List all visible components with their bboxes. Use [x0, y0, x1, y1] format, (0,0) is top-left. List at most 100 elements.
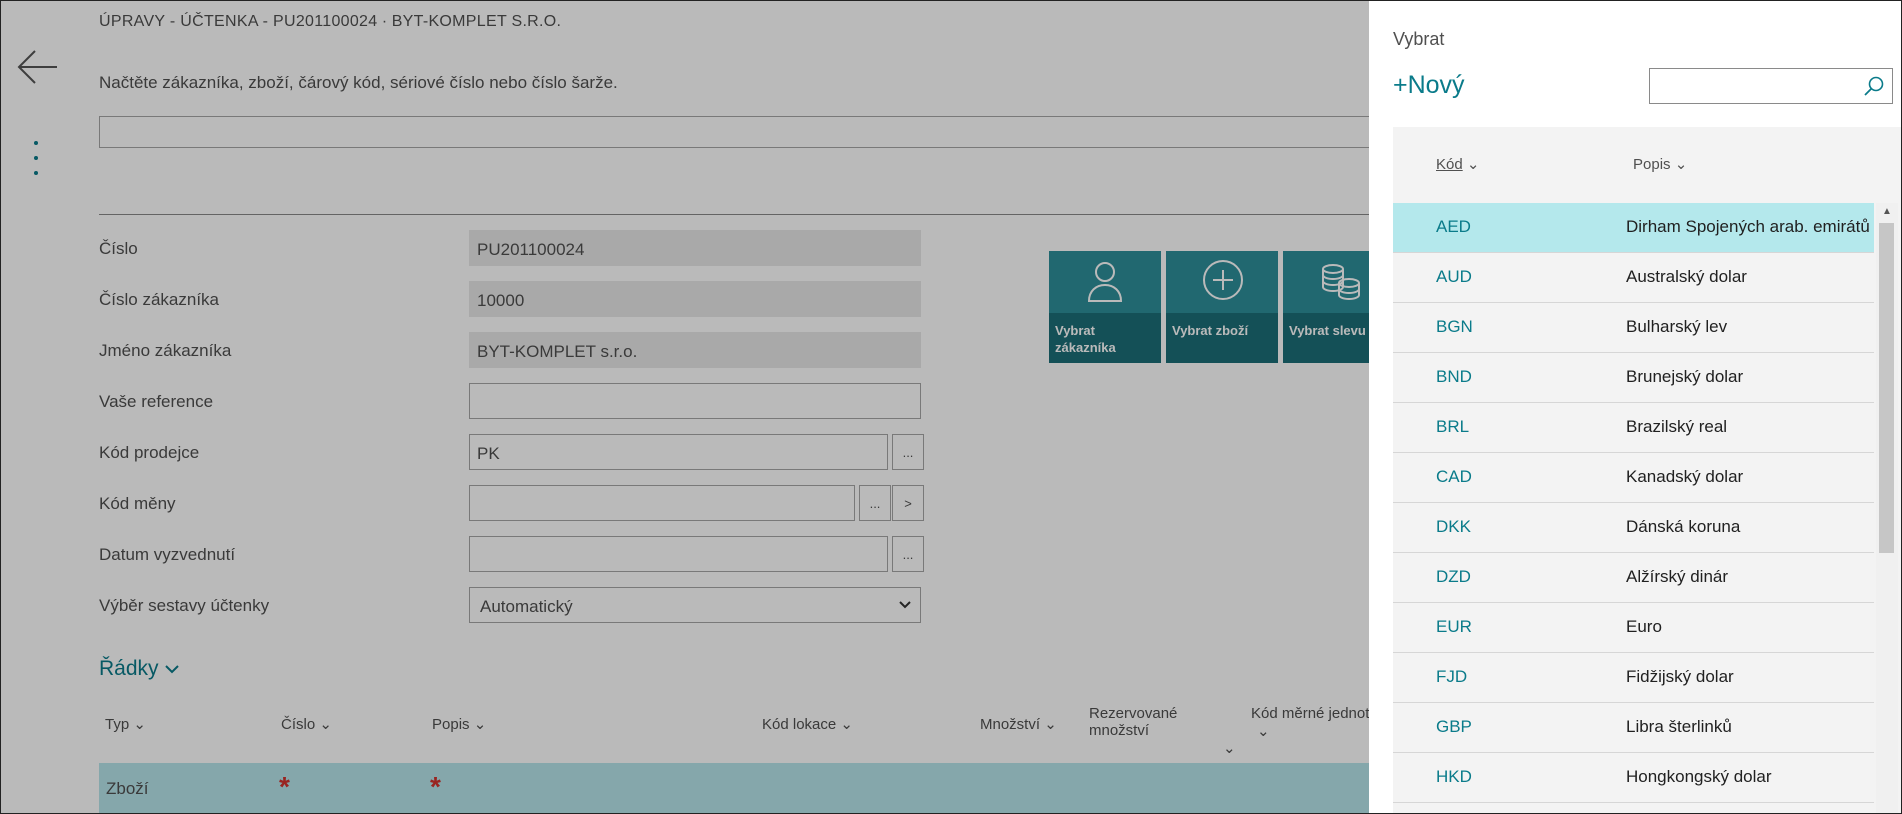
- kod-meny-drill-button[interactable]: >: [892, 485, 924, 521]
- field-kod-prodejce: Kód prodejce PK: [99, 434, 929, 470]
- field-label: Výběr sestavy účtenky: [99, 596, 270, 615]
- field-label: Číslo zákazníka: [99, 290, 219, 309]
- chevron-down-icon: ⌄: [1466, 156, 1480, 173]
- row-code[interactable]: BND: [1436, 367, 1472, 387]
- column-header-popis[interactable]: Popis ⌄: [432, 715, 486, 733]
- kod-meny-input[interactable]: [469, 485, 855, 521]
- row-code[interactable]: FJD: [1436, 667, 1467, 687]
- search-input[interactable]: [1649, 68, 1893, 104]
- list-item[interactable]: DKK Dánská koruna: [1393, 503, 1874, 553]
- search-icon[interactable]: [1863, 75, 1885, 102]
- row-code[interactable]: CAD: [1436, 467, 1472, 487]
- new-button[interactable]: +Nový: [1393, 71, 1465, 100]
- vybrat-zbozi-tile[interactable]: Vybrat zboží: [1166, 251, 1278, 363]
- row-description: Bulharský lev: [1626, 317, 1728, 336]
- field-label: Vaše reference: [99, 392, 214, 411]
- row-description: Libra šterlinků: [1626, 717, 1732, 736]
- section-title: Řádky: [99, 657, 159, 680]
- column-header-kod[interactable]: Kód ⌄: [1436, 155, 1479, 173]
- list-item[interactable]: CAD Kanadský dolar: [1393, 453, 1874, 503]
- column-header-cislo[interactable]: Číslo ⌄: [281, 715, 332, 733]
- scrollbar[interactable]: ▲: [1876, 203, 1898, 813]
- more-vertical-icon[interactable]: [34, 141, 38, 186]
- cislo-zakaznika-field: 10000: [469, 281, 921, 317]
- vybrat-zakaznika-tile[interactable]: Vybrat zákazníka: [1049, 251, 1161, 363]
- list-item[interactable]: EUR Euro: [1393, 603, 1874, 653]
- list-item[interactable]: FJD Fidžijský dolar: [1393, 653, 1874, 703]
- column-header-typ[interactable]: Typ ⌄: [105, 715, 146, 733]
- cislo-field: PU201100024: [469, 230, 921, 266]
- vyber-sestavy-select[interactable]: Automatický: [469, 587, 921, 623]
- lookup-title: Vybrat: [1393, 29, 1445, 49]
- list-item[interactable]: GBP Libra šterlinků: [1393, 703, 1874, 753]
- row-code[interactable]: DZD: [1436, 567, 1471, 587]
- list-item[interactable]: AUD Australský dolar: [1393, 253, 1874, 303]
- back-arrow-icon[interactable]: [15, 45, 59, 89]
- vase-reference-input[interactable]: [469, 383, 921, 419]
- field-cislo-zakaznika: Číslo zákazníka 10000: [99, 281, 929, 317]
- row-code[interactable]: BRL: [1436, 417, 1469, 437]
- chevron-down-icon: ⌄: [473, 716, 487, 733]
- page-title: ÚPRAVY - ÚČTENKA - PU201100024 ∙ BYT-KOM…: [99, 13, 562, 30]
- lookup-panel: Vybrat +Nový Kód ⌄ Popis ⌄ AED Dirham Spo…: [1369, 1, 1901, 813]
- list-item[interactable]: BGN Bulharský lev: [1393, 303, 1874, 353]
- field-vyber-sestavy: Výběr sestavy účtenky Automatický: [99, 587, 929, 623]
- column-header-kod-lokace[interactable]: Kód lokace ⌄: [762, 715, 853, 733]
- jmeno-zakaznika-field: BYT-KOMPLET s.r.o.: [469, 332, 921, 368]
- field-label: Kód prodejce: [99, 443, 200, 462]
- lines-section-toggle[interactable]: Řádky: [99, 657, 180, 681]
- kod-prodejce-input[interactable]: PK: [469, 434, 888, 470]
- column-label: Kód lokace: [762, 716, 837, 733]
- row-description: Dirham Spojených arab. emirátů: [1626, 217, 1870, 236]
- kod-meny-lookup-button[interactable]: ...: [859, 485, 891, 521]
- row-code[interactable]: AUD: [1436, 267, 1472, 287]
- column-header-rezervovane-mnozstvi[interactable]: Rezervované množství ⌄: [1089, 705, 1239, 757]
- row-code[interactable]: HKD: [1436, 767, 1472, 787]
- row-description: Australský dolar: [1626, 267, 1747, 286]
- scrollbar-thumb[interactable]: [1879, 223, 1894, 553]
- list-item[interactable]: BND Brunejský dolar: [1393, 353, 1874, 403]
- column-label: Typ: [105, 716, 130, 733]
- column-label: Číslo: [281, 716, 316, 733]
- column-header-kod-merne-jednotky[interactable]: Kód měrné jednot ⌄: [1251, 705, 1371, 740]
- scroll-up-arrow-icon[interactable]: ▲: [1882, 206, 1892, 217]
- row-code[interactable]: AED: [1436, 217, 1471, 237]
- field-label: Datum vyzvednutí: [99, 545, 236, 564]
- vybrat-slevu-tile[interactable]: Vybrat slevu: [1283, 251, 1369, 363]
- list-item[interactable]: HKD Hongkongský dolar: [1393, 753, 1874, 803]
- row-code[interactable]: GBP: [1436, 717, 1472, 737]
- row-description: Brazilský real: [1626, 417, 1728, 436]
- row-description: Brunejský dolar: [1626, 367, 1744, 386]
- chevron-down-icon: ⌄: [133, 716, 146, 733]
- column-header-popis[interactable]: Popis ⌄: [1633, 155, 1687, 173]
- row-typ[interactable]: Zboží: [106, 779, 149, 799]
- field-label: Kód měny: [99, 494, 176, 513]
- datum-vyzvednuti-input[interactable]: [469, 536, 888, 572]
- row-description: Fidžijský dolar: [1626, 667, 1734, 686]
- column-header-mnozstvi[interactable]: Množství ⌄: [980, 715, 1057, 733]
- row-code[interactable]: DKK: [1436, 517, 1471, 537]
- column-label: Popis: [1633, 156, 1671, 173]
- list-item[interactable]: AED Dirham Spojených arab. emirátů: [1393, 203, 1874, 253]
- column-label: Popis: [432, 716, 470, 733]
- table-row[interactable]: Zboží * *: [99, 763, 1399, 813]
- list-item[interactable]: BRL Brazilský real: [1393, 403, 1874, 453]
- column-label: Kód: [1436, 156, 1463, 173]
- list-item[interactable]: DZD Alžírský dinár: [1393, 553, 1874, 603]
- select-value: Automatický: [480, 597, 573, 616]
- chevron-down-icon: [898, 597, 912, 614]
- datum-lookup-button[interactable]: ...: [892, 536, 924, 572]
- row-description: Euro: [1626, 617, 1662, 636]
- row-code[interactable]: EUR: [1436, 617, 1472, 637]
- field-kod-meny: Kód měny: [99, 485, 929, 521]
- scan-input[interactable]: [99, 116, 1399, 148]
- row-description: Kanadský dolar: [1626, 467, 1744, 486]
- column-label: Kód měrné jednot: [1251, 705, 1370, 722]
- coins-icon: [1322, 264, 1360, 301]
- required-indicator: *: [279, 771, 290, 802]
- row-code[interactable]: BGN: [1436, 317, 1473, 337]
- field-label: Jméno zákazníka: [99, 341, 232, 360]
- row-description: Alžírský dinár: [1626, 567, 1729, 586]
- scan-instruction: Načtěte zákazníka, zboží, čárový kód, sé…: [99, 73, 618, 92]
- kod-prodejce-lookup-button[interactable]: ...: [892, 434, 924, 470]
